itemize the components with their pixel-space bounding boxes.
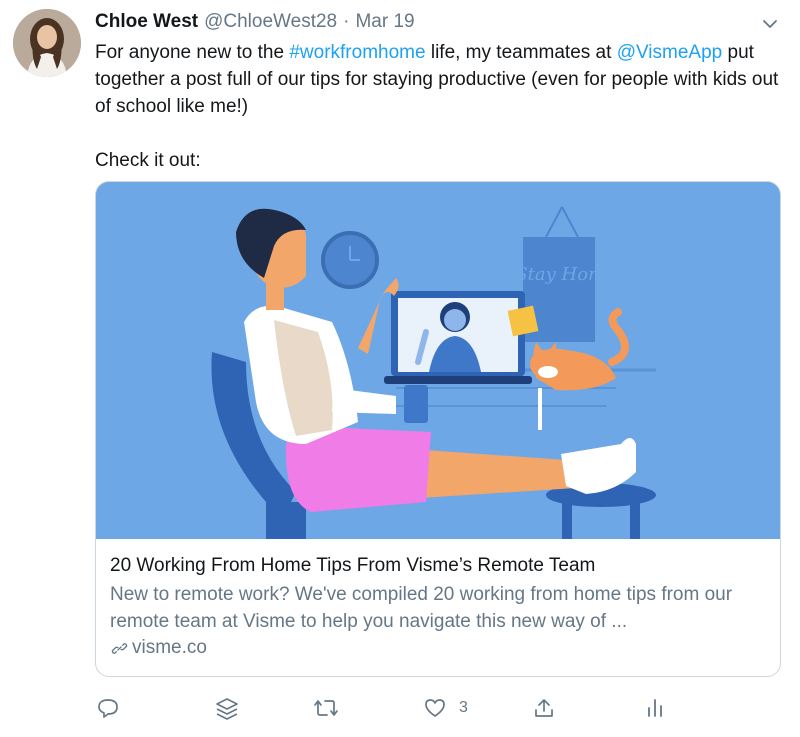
- reply-button[interactable]: [96, 696, 120, 720]
- stack-button[interactable]: [214, 696, 240, 722]
- tweet-date[interactable]: Mar 19: [355, 11, 414, 33]
- like-button[interactable]: 3: [423, 696, 468, 720]
- mention-link[interactable]: @VismeApp: [617, 42, 723, 63]
- tweet-paragraph: For anyone new to the #workfromhome life…: [95, 39, 785, 120]
- card-image[interactable]: #Stay Home: [96, 182, 780, 539]
- tweet-actions: 3: [0, 690, 800, 730]
- avatar-photo: [13, 9, 81, 77]
- avatar[interactable]: [13, 9, 81, 77]
- heart-icon: [425, 699, 445, 717]
- share-button[interactable]: [532, 696, 556, 720]
- like-count: 3: [459, 699, 468, 716]
- chevron-down-icon: [763, 20, 777, 28]
- more-options-button[interactable]: [760, 14, 780, 34]
- tweet-paragraph-2: Check it out:: [95, 150, 201, 171]
- card-domain-text: visme.co: [132, 637, 207, 658]
- card-text[interactable]: 20 Working From Home Tips From Visme’s R…: [110, 553, 770, 659]
- separator-dot: ·: [343, 11, 350, 32]
- retweet-button[interactable]: [313, 696, 339, 720]
- comment-icon: [98, 699, 118, 718]
- card-domain[interactable]: visme.co: [110, 637, 770, 659]
- card-title[interactable]: 20 Working From Home Tips From Visme’s R…: [110, 553, 770, 578]
- work-from-home-illustration: #Stay Home: [96, 182, 780, 539]
- card-description: New to remote work? We've compiled 20 wo…: [110, 584, 733, 632]
- analytics-button[interactable]: [644, 696, 666, 720]
- analytics-icon: [648, 699, 662, 717]
- tweet-text: For anyone new to the #workfromhome life…: [95, 39, 785, 174]
- share-icon: [535, 699, 553, 717]
- retweet-icon: [314, 700, 338, 716]
- author-name[interactable]: Chloe West: [95, 11, 198, 33]
- layers-icon: [216, 698, 238, 720]
- author-handle[interactable]: @ChloeWest28: [204, 11, 337, 33]
- tweet-text-segment: For anyone new to the: [95, 42, 290, 63]
- hashtag-link[interactable]: #workfromhome: [289, 42, 425, 63]
- tweet-text-segment: life, my teammates at: [425, 42, 617, 63]
- link-icon: [111, 642, 128, 654]
- link-card[interactable]: #Stay Home 20 Working From Home Tips Fro…: [95, 181, 781, 677]
- tweet-header: Chloe West @ChloeWest28 · Mar 19: [95, 11, 415, 37]
- poster-text: #Stay Home: [500, 264, 616, 285]
